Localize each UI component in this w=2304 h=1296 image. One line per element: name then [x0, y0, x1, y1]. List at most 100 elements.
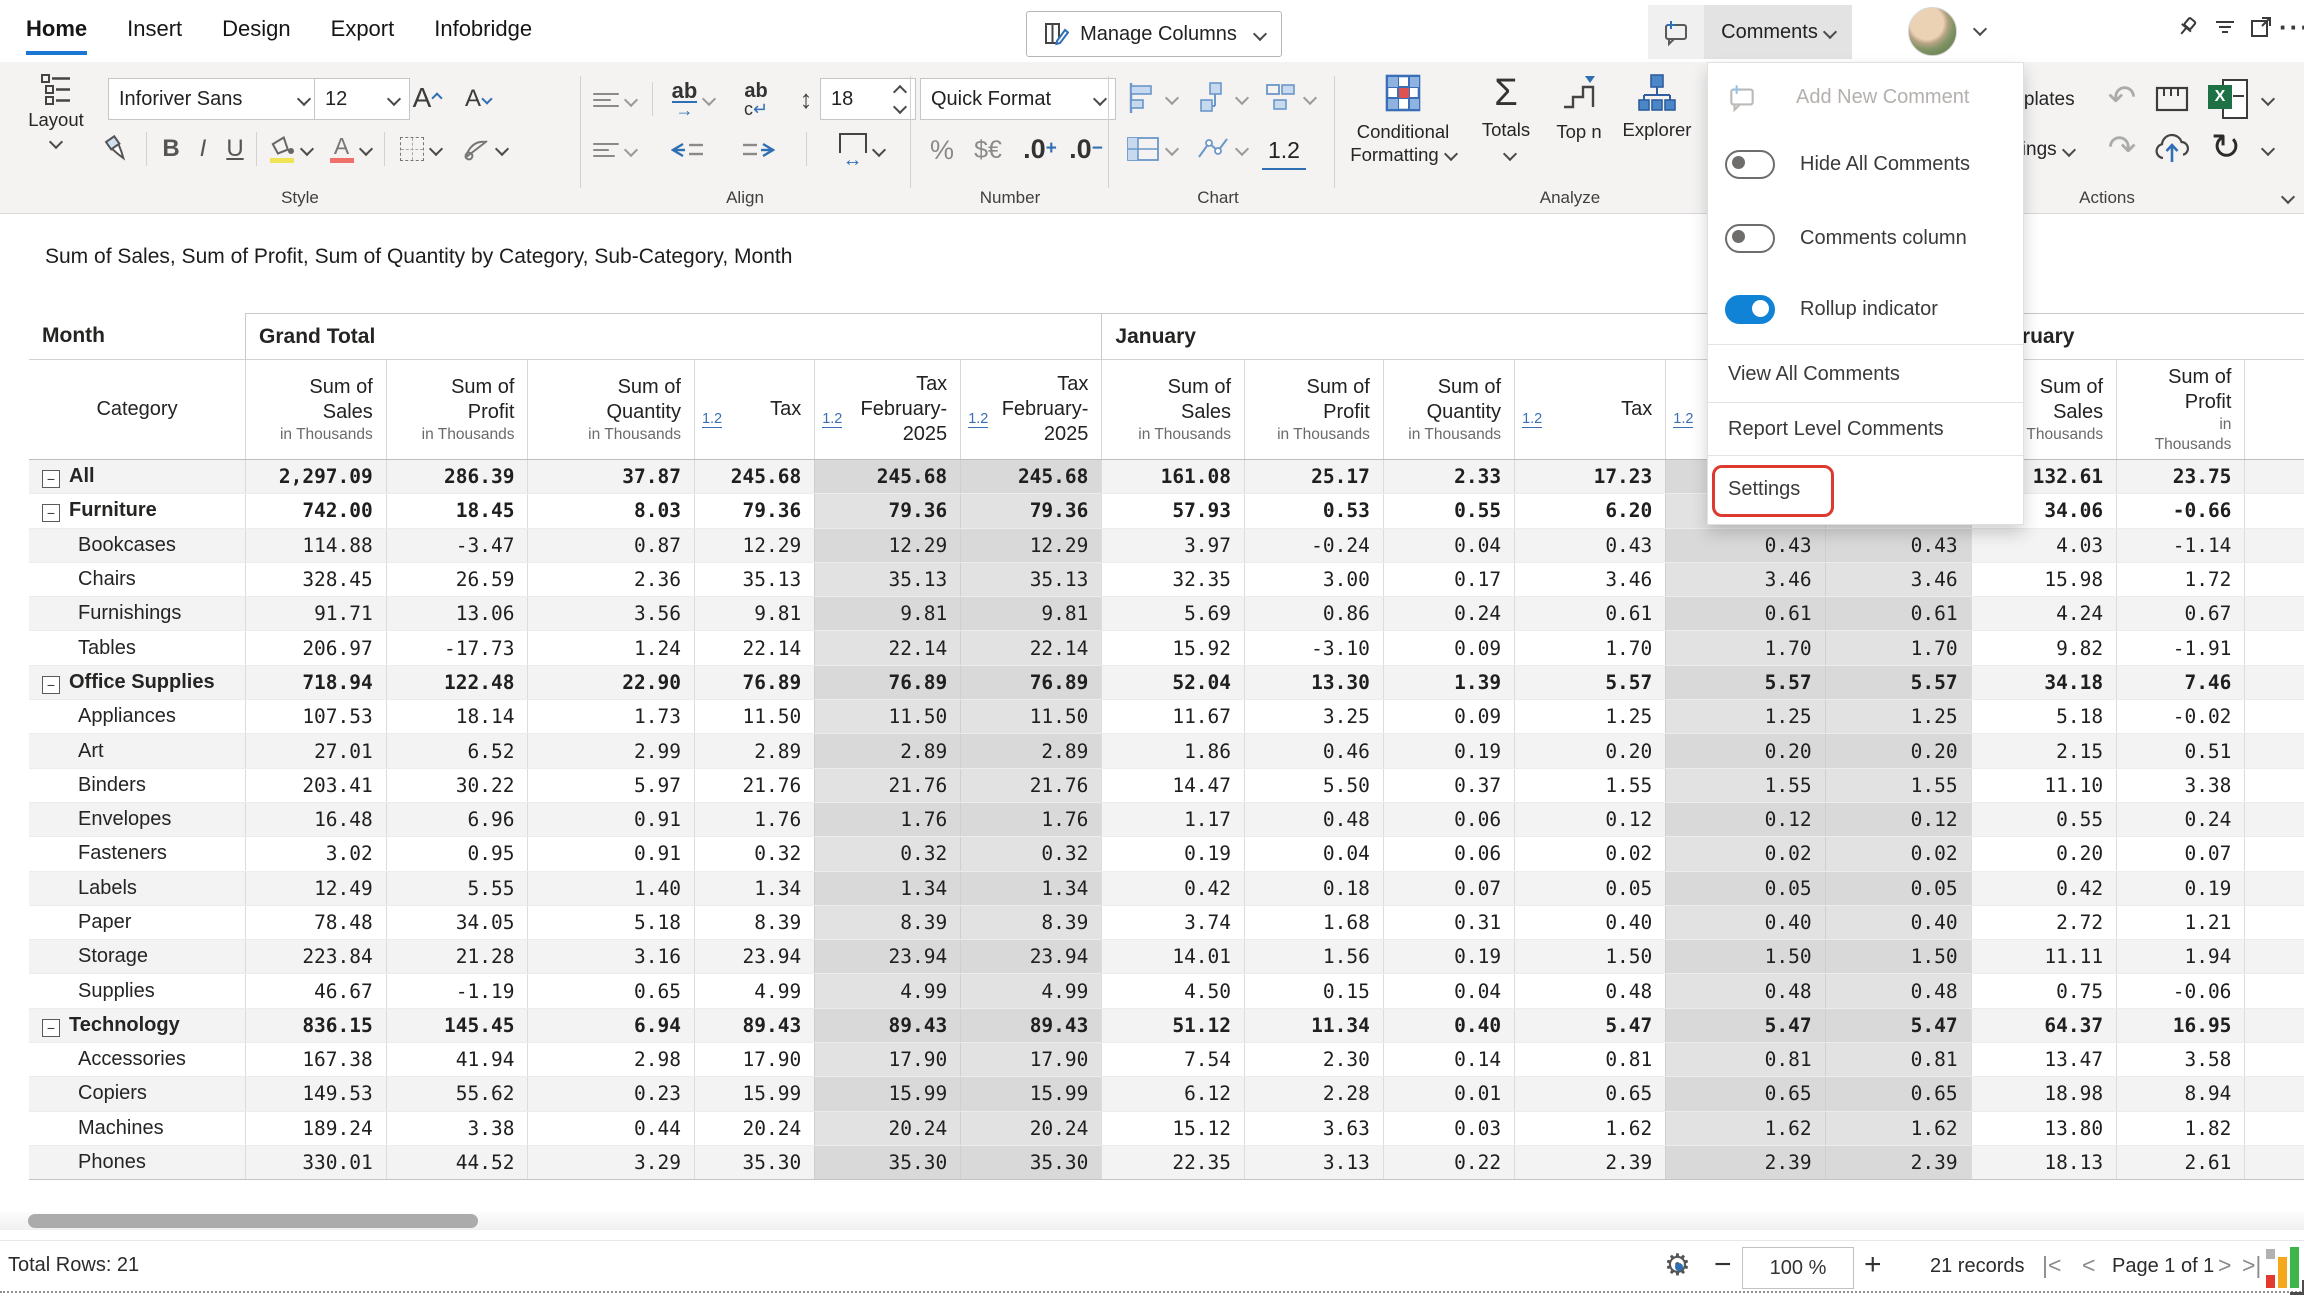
cell[interactable]: 89.43: [814, 1008, 961, 1044]
tab-home[interactable]: Home: [26, 16, 88, 55]
cell[interactable]: 23.75: [2116, 459, 2245, 495]
cell[interactable]: 0.12: [1824, 802, 1972, 838]
cell[interactable]: 6.96: [385, 802, 528, 838]
month-group-header[interactable]: Grand Total: [245, 313, 1102, 360]
cell[interactable]: 0.61: [1665, 596, 1826, 632]
cell[interactable]: 89.43: [693, 1008, 815, 1044]
cell[interactable]: 3.29: [527, 1145, 695, 1181]
cell[interactable]: 35.30: [814, 1145, 961, 1181]
zoom-in-button[interactable]: +: [1864, 1248, 1882, 1282]
cell[interactable]: 0.05: [1824, 871, 1972, 906]
hide-all-comments-toggle[interactable]: [1725, 149, 1775, 179]
format-painter-button[interactable]: [96, 128, 138, 170]
cell[interactable]: 11.50: [814, 699, 961, 735]
cell[interactable]: -0.06: [2116, 973, 2245, 1009]
cell[interactable]: 35.30: [960, 1145, 1102, 1181]
cell[interactable]: 2.39: [1514, 1145, 1666, 1181]
cell[interactable]: 0.48: [1824, 973, 1972, 1009]
cell[interactable]: 0.19: [2116, 871, 2245, 906]
cell[interactable]: 0.02: [1824, 836, 1972, 872]
row-label[interactable]: Tables: [29, 630, 246, 666]
cell[interactable]: 0.65: [1514, 1076, 1666, 1112]
totals-button[interactable]: Σ Totals: [1470, 72, 1542, 162]
cell[interactable]: 2.61: [2116, 1145, 2245, 1181]
cell[interactable]: 8.39: [960, 905, 1102, 941]
cell[interactable]: 8.03: [527, 493, 695, 529]
cell[interactable]: -0.66: [2116, 493, 2245, 529]
cell[interactable]: 1.55: [1824, 768, 1972, 803]
cell[interactable]: 328.45: [245, 562, 387, 598]
collapse-row-icon[interactable]: −: [42, 504, 60, 523]
row-label[interactable]: − Technology: [29, 1008, 246, 1044]
cell[interactable]: 3.00: [1244, 562, 1384, 598]
quick-format-select[interactable]: Quick Format: [920, 78, 1116, 120]
cell[interactable]: 0.48: [1244, 802, 1384, 838]
cell[interactable]: 2.89: [960, 733, 1102, 769]
cell[interactable]: 0.55: [1970, 802, 2117, 838]
previous-page-button[interactable]: <: [2082, 1252, 2095, 1279]
cell[interactable]: 23.94: [693, 939, 815, 975]
comments-menu-button[interactable]: Comments: [1704, 5, 1852, 59]
cell[interactable]: 89.43: [960, 1008, 1102, 1044]
cell[interactable]: 22.90: [527, 665, 695, 701]
row-label[interactable]: Supplies: [29, 973, 246, 1009]
chart-hierarchy-button[interactable]: [1190, 76, 1252, 120]
cell[interactable]: 9.81: [960, 596, 1102, 632]
cell[interactable]: 0.20: [1665, 733, 1826, 769]
cell[interactable]: 55.62: [385, 1076, 528, 1112]
cell[interactable]: 2.89: [693, 733, 815, 769]
cell[interactable]: 5.97: [527, 768, 695, 803]
cell[interactable]: 7.46: [2116, 665, 2245, 701]
chevron-down-icon[interactable]: [2260, 91, 2276, 107]
cell[interactable]: 0.43: [1824, 528, 1972, 563]
cell[interactable]: 0.81: [1665, 1042, 1826, 1078]
cell[interactable]: 11.34: [1244, 1008, 1384, 1044]
cell[interactable]: 0.91: [527, 836, 695, 872]
table-view-button[interactable]: [1120, 128, 1182, 170]
row-label[interactable]: Art: [29, 733, 246, 769]
cell[interactable]: -1.19: [385, 973, 528, 1009]
undo-icon[interactable]: ↶: [2100, 76, 2144, 120]
cell[interactable]: 79.36: [960, 493, 1102, 529]
cell[interactable]: 0.04: [1382, 973, 1515, 1009]
cell[interactable]: 1.94: [2116, 939, 2245, 975]
cell[interactable]: 34.05: [385, 905, 528, 941]
cell[interactable]: 1.70: [1824, 630, 1972, 666]
cell[interactable]: 1.70: [1514, 630, 1666, 666]
cell[interactable]: 0.61: [1514, 596, 1666, 632]
cell[interactable]: 3.46: [1824, 562, 1972, 598]
cell[interactable]: 3.38: [2116, 768, 2245, 803]
zoom-out-button[interactable]: −: [1714, 1248, 1732, 1282]
cell[interactable]: 18.45: [385, 493, 528, 529]
tab-insert[interactable]: Insert: [127, 16, 182, 55]
cell[interactable]: 76.89: [814, 665, 961, 701]
cell[interactable]: 78.48: [245, 905, 387, 941]
cell[interactable]: 286.39: [385, 459, 528, 495]
column-header[interactable]: Tax February-2025 1.2: [814, 359, 961, 460]
cell[interactable]: 0.43: [1665, 528, 1826, 563]
cell[interactable]: 0.09: [1382, 630, 1515, 666]
cell[interactable]: 12.29: [814, 528, 961, 563]
ruler-icon[interactable]: [2150, 78, 2194, 120]
cell[interactable]: 5.18: [1970, 699, 2117, 735]
category-corner-header[interactable]: Category: [29, 359, 246, 460]
column-header-partial[interactable]: [2244, 359, 2304, 460]
conditional-formatting-button[interactable]: Conditional Formatting: [1342, 72, 1464, 166]
top-n-button[interactable]: Top n: [1548, 72, 1610, 143]
cell[interactable]: 0.19: [1382, 733, 1515, 769]
cell[interactable]: 0.81: [1824, 1042, 1972, 1078]
text-overflow-button[interactable]: ab →: [664, 74, 722, 124]
cell[interactable]: 1.76: [814, 802, 961, 838]
cell[interactable]: 15.92: [1101, 630, 1245, 666]
cell[interactable]: 0.53: [1244, 493, 1384, 529]
row-label[interactable]: Machines: [29, 1111, 246, 1146]
underline-button[interactable]: U: [220, 130, 250, 168]
cell[interactable]: 245.68: [693, 459, 815, 495]
bold-button[interactable]: B: [156, 130, 186, 168]
wrap-text-button[interactable]: ab c↵: [732, 74, 780, 124]
cell[interactable]: 245.68: [814, 459, 961, 495]
cell[interactable]: 0.02: [1514, 836, 1666, 872]
cell[interactable]: 79.36: [814, 493, 961, 529]
cell[interactable]: 76.89: [960, 665, 1102, 701]
cell[interactable]: 145.45: [385, 1008, 528, 1044]
